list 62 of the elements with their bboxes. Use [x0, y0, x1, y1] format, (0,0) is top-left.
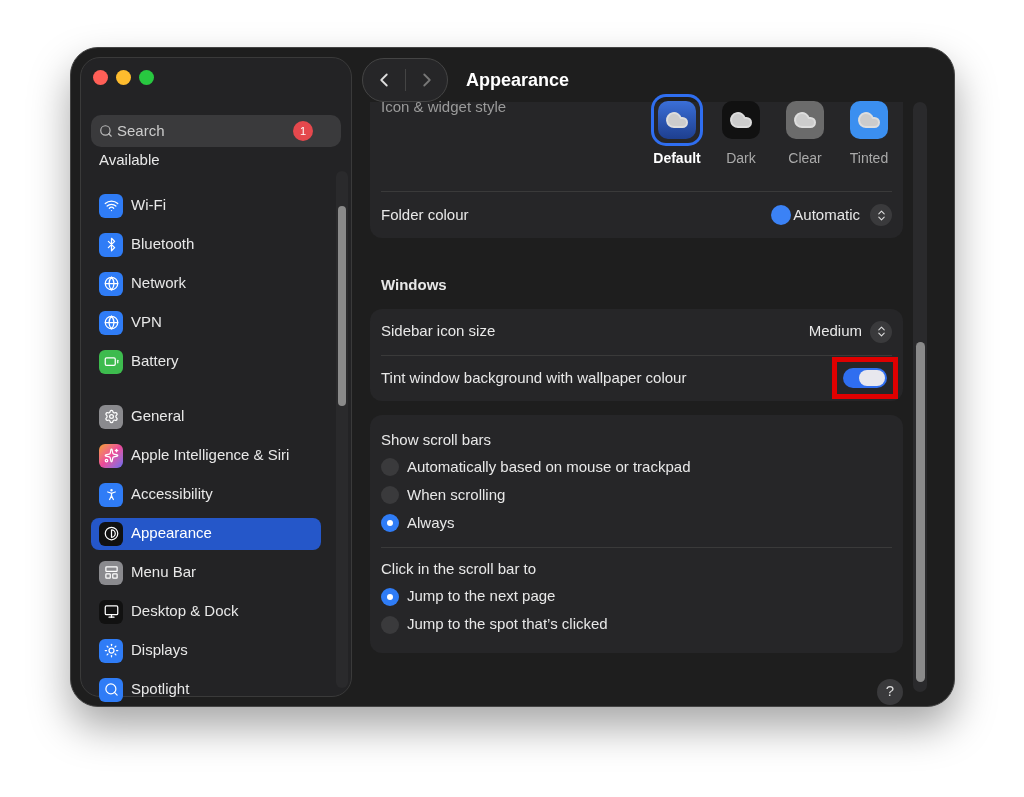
toggle-switch[interactable] — [843, 368, 887, 388]
cloud-icon — [658, 101, 696, 139]
group-label: Show scroll bars — [381, 429, 493, 450]
screen-icon — [99, 599, 123, 624]
sidebar-item[interactable]: General — [91, 400, 321, 433]
setting-label: Folder colour — [381, 204, 469, 225]
update-label[interactable]: Available — [91, 149, 341, 172]
sidebar-item[interactable]: Apple Intelligence & Siri — [91, 439, 321, 472]
cloud-icon — [722, 101, 760, 139]
setting-label: Tint window background with wallpaper colour — [381, 367, 687, 388]
radio-label: Jump to the spot that’s clicked — [407, 614, 608, 635]
cloud-icon — [850, 101, 888, 139]
search-icon — [99, 677, 123, 702]
folder-colour-select[interactable]: Automatic — [771, 203, 892, 227]
size-select[interactable]: Medium — [808, 320, 892, 343]
radio-label: Automatically based on mouse or trackpad — [407, 456, 691, 477]
gear-icon — [99, 404, 123, 429]
globe-icon — [99, 310, 123, 335]
zoom-button[interactable] — [139, 70, 154, 85]
sun-icon — [99, 638, 123, 663]
sidebar-item[interactable]: Desktop & Dock — [91, 595, 321, 628]
sidebar-item[interactable]: Bluetooth — [91, 228, 321, 261]
setting-label: Icon & widget style — [381, 97, 507, 117]
style-option[interactable]: Tinted — [846, 97, 892, 169]
setting-label: Sidebar icon size — [381, 321, 496, 342]
radio-label: When scrolling — [407, 484, 506, 505]
sidebar-item[interactable]: Accessibility — [91, 478, 321, 511]
group-label: Click in the scroll bar to — [381, 559, 538, 579]
scrollbar-thumb[interactable] — [915, 342, 925, 682]
sidebar-item[interactable]: Battery — [91, 345, 321, 378]
search-input[interactable]: Search — [117, 119, 267, 143]
search-icon — [99, 124, 113, 138]
radio-button[interactable] — [381, 514, 399, 532]
radio-label: Always — [407, 512, 455, 533]
style-option[interactable]: Clear — [782, 97, 828, 169]
sidebar-item[interactable]: Menu Bar — [91, 556, 321, 589]
search-field[interactable]: Search 1 — [91, 115, 341, 147]
menu-bar-icon — [99, 560, 123, 585]
wifi-icon — [99, 193, 123, 218]
radio-button[interactable] — [381, 587, 399, 606]
section-heading: Windows — [380, 275, 448, 295]
minimize-button[interactable] — [116, 70, 131, 85]
scrollbar-thumb[interactable] — [338, 206, 346, 406]
radio-label: Jump to the next page — [407, 586, 556, 607]
style-option[interactable]: Dark — [718, 97, 764, 169]
close-button[interactable] — [93, 70, 108, 85]
sidebar-item[interactable]: Wi-Fi — [91, 189, 321, 222]
globe-icon — [99, 271, 123, 296]
sidebar-item[interactable]: Appearance — [91, 517, 321, 550]
help-button[interactable]: ? — [877, 678, 903, 705]
sidebar-item[interactable]: Displays — [91, 634, 321, 667]
battery-icon — [99, 349, 123, 374]
sidebar-item[interactable]: VPN — [91, 306, 321, 339]
person-icon — [99, 482, 123, 507]
sparkles-icon — [99, 443, 123, 468]
style-option[interactable]: Default — [654, 97, 700, 169]
sidebar-item[interactable]: Spotlight — [91, 673, 321, 706]
notification-badge: 1 — [293, 121, 313, 141]
cloud-icon — [786, 101, 824, 139]
page-title: Appearance — [466, 68, 570, 92]
bluetooth-icon — [99, 232, 123, 257]
sidebar-item[interactable]: Network — [91, 267, 321, 300]
